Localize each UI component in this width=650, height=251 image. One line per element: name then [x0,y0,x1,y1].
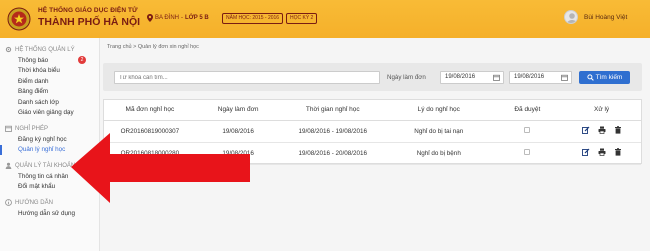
breadcrumb-current: Quản lý đơn xin nghỉ học [137,44,199,50]
sidebar-item-attendance[interactable]: Điểm danh [0,76,99,87]
location-district: BA ĐÌNH [155,15,180,21]
cell-reason: Nghỉ do bị tai nạn [385,120,493,143]
calendar-icon [493,74,500,81]
column-header-reason: Lý do nghỉ học [385,100,493,121]
location-class: LỚP 5 B [185,15,209,21]
sidebar-item-grades[interactable]: Bảng điểm [0,87,99,98]
column-header-approved: Đã duyệt [492,100,563,121]
approved-checkbox[interactable] [524,127,531,133]
sidebar-item-label: Thời khóa biểu [18,67,60,75]
location-selector[interactable]: BA ĐÌNH - LỚP 5 B [147,14,209,22]
cell-reason: Nghỉ do bị bệnh [385,142,493,165]
sidebar-item-label: Đổi mật khẩu [18,183,56,191]
sidebar-section-title: QUẢN LÝ TÀI KHOẢN [15,162,76,169]
edit-icon[interactable] [581,126,590,134]
calendar-section-icon [5,125,12,132]
cell-actions [562,120,641,143]
user-avatar[interactable] [564,10,578,24]
search-button-label: Tìm kiếm [595,74,623,81]
keyword-search-input[interactable] [114,71,380,84]
cell-period: 19/08/2016 - 20/08/2016 [280,142,386,165]
sidebar-item-label: Hướng dẫn sử dụng [18,209,76,217]
trash-icon[interactable] [614,148,622,156]
red-arrow [71,133,250,203]
term-badge[interactable]: HỌC KỲ 2 [286,13,318,24]
logo-emblem[interactable] [7,6,31,32]
top-header: HỆ THỐNG GIÁO DỤC ĐIỆN TỬ THÀNH PHỐ HÀ N… [0,0,650,38]
cell-period: 19/08/2016 - 19/08/2016 [280,120,386,143]
trash-icon[interactable] [614,126,622,134]
sidebar-item-label: Danh sách lớp [18,98,59,106]
sidebar-item-label: Thông báo [18,56,49,64]
location-separator: - [181,15,184,21]
brand-title-line1: HỆ THỐNG GIÁO DỤC ĐIỆN TỬ [38,7,138,14]
column-header-period: Thời gian nghỉ học [280,100,386,121]
sidebar-item-label: Bảng điểm [18,88,49,96]
calendar-icon [561,74,568,81]
breadcrumb-separator: > [133,44,137,50]
breadcrumb-home[interactable]: Trang chủ [107,44,132,50]
search-icon [587,74,594,81]
sidebar-section-title: HỆ THỐNG QUẢN LÝ [15,46,75,53]
sidebar-section-title: HƯỚNG DẪN [15,199,53,206]
column-header-actions: Xử lý [562,100,641,121]
print-icon[interactable] [598,126,606,134]
gear-icon [5,46,12,53]
sidebar-item-teachers[interactable]: Giáo viên giảng dạy [0,108,99,119]
date-from-value: 19/08/2016 [445,74,476,80]
info-icon [5,199,12,206]
school-year-badge[interactable]: NĂM HỌC: 2015 - 2016 [222,13,284,24]
sidebar-item-notifications[interactable]: Thông báo 2 [0,55,99,66]
sidebar-item-label: Đăng ký nghỉ học [18,135,67,143]
sidebar-section-title: NGHỈ PHÉP [15,125,49,132]
table-header-row: Mã đơn nghỉ học Ngày làm đơn Thời gian n… [104,100,641,121]
filter-panel: Ngày làm đơn 19/08/2016 19/08/2016 Tìm k… [103,63,642,91]
date-filter-label: Ngày làm đơn [387,74,426,81]
approved-checkbox[interactable] [524,149,531,155]
sidebar-item-label: Quản lý nghỉ học [18,146,66,154]
column-header-date: Ngày làm đơn [195,100,281,121]
breadcrumb: Trang chủ > Quản lý đơn xin nghỉ học [107,44,199,50]
sidebar-section-management: HỆ THỐNG QUẢN LÝ [0,44,99,55]
sidebar-item-class-list[interactable]: Danh sách lớp [0,97,99,108]
notification-count-badge: 2 [78,56,86,65]
cell-approved [492,120,563,143]
column-header-code: Mã đơn nghỉ học [104,100,196,121]
date-to-field[interactable]: 19/08/2016 [509,71,572,84]
date-to-value: 19/08/2016 [514,74,545,80]
sidebar-item-label: Thông tin cá nhân [18,172,69,180]
cell-actions [562,142,641,165]
edit-icon[interactable] [581,148,590,156]
brand-title-line2: THÀNH PHỐ HÀ NỘI [38,16,141,28]
sidebar-item-label: Điểm danh [18,77,49,85]
print-icon[interactable] [598,148,606,156]
search-button[interactable]: Tìm kiếm [579,71,630,84]
username[interactable]: Bùi Hoàng Việt [584,14,627,21]
location-pin-icon [147,14,153,22]
sidebar-item-label: Giáo viên giảng dạy [18,109,74,117]
user-section-icon [5,162,12,169]
sidebar-item-timetable[interactable]: Thời khóa biểu [0,66,99,77]
user-silhouette-icon [566,13,577,23]
cell-approved [492,142,563,165]
date-from-field[interactable]: 19/08/2016 [440,71,504,84]
